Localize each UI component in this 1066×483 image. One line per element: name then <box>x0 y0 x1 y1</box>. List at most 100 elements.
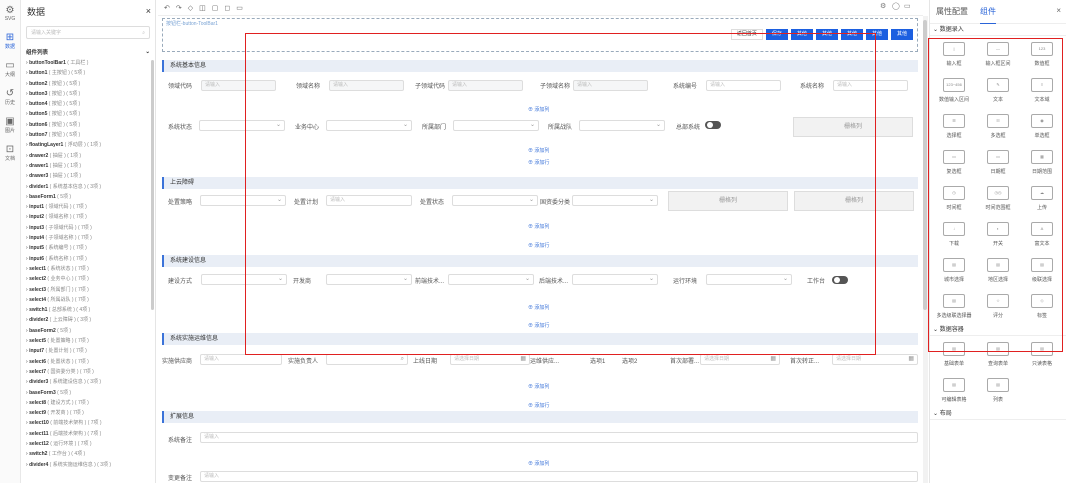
component-item[interactable]: ▤ 列表 <box>976 372 1020 408</box>
tree-item-name: select12 <box>29 440 49 447</box>
tree-item[interactable]: › button3 ( 按钮 ) ( 5项 ) <box>21 89 155 99</box>
tree-item[interactable]: › buttonToolBar1 ( 工具栏 ) <box>21 58 155 68</box>
tree-item[interactable]: › input4 ( 子领域名称 ) ( 7项 ) <box>21 233 155 243</box>
tree-item[interactable]: › baseForm2 ( 5项 ) <box>21 326 155 336</box>
input-field[interactable]: ⌕ <box>326 354 408 365</box>
group-data-entry[interactable]: ⌄ 数据录入 <box>930 24 1066 36</box>
tree-header[interactable]: 组件列表 ⌄ <box>21 46 155 58</box>
tree-item[interactable]: › button5 ( 按钮 ) ( 5项 ) <box>21 109 155 119</box>
toolbar-button[interactable]: 其他 <box>890 29 913 40</box>
tree-item[interactable]: › select1 ( 系统状态 ) ( 7项 ) <box>21 264 155 274</box>
tree-item[interactable]: › button6 ( 按钮 ) ( 5项 ) <box>21 120 155 130</box>
tree-item[interactable]: › select7 ( 国资委分类 ) ( 7项 ) <box>21 367 155 377</box>
toolbar-icon[interactable]: ▭ <box>236 4 243 12</box>
tree-item[interactable]: › select3 ( 所属部门 ) ( 7项 ) <box>21 285 155 295</box>
tree-item[interactable]: › input3 ( 子领域代码 ) ( 7项 ) <box>21 223 155 233</box>
tree-item[interactable]: › button2 ( 按钮 ) ( 5项 ) <box>21 79 155 89</box>
tree-item-desc: ( 领域代码 ) ( 7项 ) <box>44 204 87 211</box>
tree-item[interactable]: › select12 ( 运行环境 ) ( 7项 ) <box>21 439 155 449</box>
rail-label: 文档 <box>4 156 15 162</box>
input-field[interactable]: 请输入 <box>200 354 282 365</box>
input-field[interactable]: 请选择日期 ▦ <box>700 354 780 365</box>
tree-item[interactable]: › input6 ( 系统名称 ) ( 7项 ) <box>21 254 155 264</box>
tree-item-name: select2 <box>29 276 47 283</box>
tree-item[interactable]: › divider4 ( 系统实施运维信息 ) ( 3项 ) <box>21 460 155 470</box>
input-field[interactable]: 请选择日期 ▦ <box>832 354 918 365</box>
calendar-icon[interactable]: ▦ <box>770 355 776 364</box>
rail-item[interactable]: ▭ 大纲 <box>0 60 20 78</box>
close-icon[interactable]: × <box>146 6 151 16</box>
tree-item[interactable]: › select6 ( 处置状态 ) ( 7项 ) <box>21 357 155 367</box>
input-field[interactable]: 请输入 <box>200 471 918 482</box>
tree-item[interactable]: › select4 ( 所属战队 ) ( 7项 ) <box>21 295 155 305</box>
toolbar-icon[interactable]: ▢ <box>212 4 219 12</box>
tree-item[interactable]: › input1 ( 领域代码 ) ( 7项 ) <box>21 202 155 212</box>
calendar-icon[interactable]: ▦ <box>908 355 914 364</box>
rail-item[interactable]: ↺ 历史 <box>0 88 20 106</box>
tree-item[interactable]: › drawer1 ( 抽屉 ) ( 1项 ) <box>21 161 155 171</box>
tree-item[interactable]: › divider1 ( 系统基本信息 ) ( 3项 ) <box>21 182 155 192</box>
tree-item[interactable]: › input5 ( 系统编号 ) ( 7项 ) <box>21 243 155 253</box>
search-icon[interactable]: ⌕ <box>142 30 145 36</box>
tree-item[interactable]: › select9 ( 开发商 ) ( 7项 ) <box>21 408 155 418</box>
scrollbar[interactable] <box>151 60 154 310</box>
toolbar-icon[interactable]: ◇ <box>188 4 193 12</box>
rail-item[interactable]: ⚙ SVG <box>0 5 20 22</box>
search-icon[interactable]: ⌕ <box>401 355 404 364</box>
chevron-down-icon[interactable]: ⌄ <box>145 49 150 55</box>
add-row-button[interactable]: ⊕ 添加行 <box>528 402 549 409</box>
tree-item[interactable]: › input2 ( 领域名称 ) ( 7项 ) <box>21 212 155 222</box>
tree-item[interactable]: › input7 ( 处置计划 ) ( 7项 ) <box>21 346 155 356</box>
tree-item[interactable]: › baseForm3 ( 5项 ) <box>21 388 155 398</box>
rail-item[interactable]: ⊞ 数据 <box>0 32 20 50</box>
tree-item[interactable]: › button1 ( 主按钮 ) ( 5项 ) <box>21 68 155 78</box>
close-icon[interactable]: × <box>1056 6 1061 15</box>
tree-item[interactable]: › select5 ( 处置策略 ) ( 7项 ) <box>21 336 155 346</box>
tree-item[interactable]: › drawer2 ( 抽屉 ) ( 1项 ) <box>21 151 155 161</box>
search-input[interactable]: 请输入关键字 ⌕ <box>26 26 150 39</box>
tree-item[interactable]: › select10 ( 前端技术架构 ) ( 7项 ) <box>21 418 155 428</box>
add-column-button[interactable]: ⊕ 添加列 <box>528 460 549 467</box>
tree-item[interactable]: › baseForm1 ( 5项 ) <box>21 192 155 202</box>
calendar-icon[interactable]: ▦ <box>520 355 526 364</box>
toolbar-icon[interactable]: ⚙ <box>880 2 886 10</box>
rail-item[interactable]: ▣ 图片 <box>0 116 20 134</box>
tree-item[interactable]: › floatingLayer1 ( 浮动层 ) ( 1项 ) <box>21 140 155 150</box>
component-item[interactable]: ▤ 可编辑表格 <box>932 372 976 408</box>
tab-components[interactable]: 组件 <box>980 0 996 24</box>
tree-item-desc: ( 所属战队 ) ( 7项 ) <box>46 296 89 303</box>
tree-item[interactable]: › button7 ( 按钮 ) ( 5项 ) <box>21 130 155 140</box>
tree-item-desc: ( 系统编号 ) ( 7项 ) <box>44 245 87 252</box>
tree-item[interactable]: › drawer3 ( 抽屉 ) ( 1项 ) <box>21 171 155 181</box>
component-label: 可编辑表格 <box>941 396 967 403</box>
toolbar-icon[interactable]: ↶ <box>164 4 170 12</box>
toolbar-icon[interactable]: ▭ <box>904 2 911 10</box>
toolbar-icon[interactable]: ◻ <box>224 4 230 12</box>
tree-item-name: select10 <box>29 420 49 427</box>
add-column-button[interactable]: ⊕ 添加列 <box>528 383 549 390</box>
tree-item-name: divider3 <box>29 379 49 386</box>
tree-item[interactable]: › switch2 ( 工作台 ) ( 4项 ) <box>21 449 155 459</box>
group-layout[interactable]: ⌄ 布局 <box>930 408 1066 420</box>
toolbar-icon[interactable]: ◫ <box>199 4 206 12</box>
tree-item-desc: ( 建设方式 ) ( 7项 ) <box>46 399 89 406</box>
tree-item[interactable]: › select2 ( 业务中心 ) ( 7项 ) <box>21 274 155 284</box>
tree-item-desc: ( 上云障碍 ) ( 3项 ) <box>48 317 92 324</box>
tree-item[interactable]: › divider2 ( 上云障碍 ) ( 3项 ) <box>21 315 155 325</box>
tree-item[interactable]: › divider3 ( 系统建设信息 ) ( 3项 ) <box>21 377 155 387</box>
tab-properties[interactable]: 属性配置 <box>936 0 968 24</box>
data-panel: 数据 × 请输入关键字 ⌕ 组件列表 ⌄ › buttonToolBar1 ( … <box>21 0 156 483</box>
input-field[interactable]: 请选择日期 ▦ <box>450 354 530 365</box>
tree-item-desc: ( 按钮 ) ( 5项 ) <box>47 121 81 128</box>
tree-item[interactable]: › button4 ( 按钮 ) ( 5项 ) <box>21 99 155 109</box>
tree-item-name: input3 <box>29 224 45 231</box>
toolbar-icon[interactable]: ↷ <box>176 4 182 12</box>
tree-item[interactable]: › select11 ( 后端技术架构 ) ( 7项 ) <box>21 429 155 439</box>
rail-item[interactable]: ⊡ 文档 <box>0 144 20 162</box>
toolbar-icon[interactable]: ◯ <box>892 2 900 10</box>
tree-item[interactable]: › switch1 ( 总部系统 ) ( 4项 ) <box>21 305 155 315</box>
input-field[interactable]: 请输入 <box>200 432 918 443</box>
rail-icon: ▣ <box>5 116 15 127</box>
tree-item[interactable]: › select8 ( 建设方式 ) ( 7项 ) <box>21 398 155 408</box>
rail-icon: ↺ <box>5 88 15 99</box>
